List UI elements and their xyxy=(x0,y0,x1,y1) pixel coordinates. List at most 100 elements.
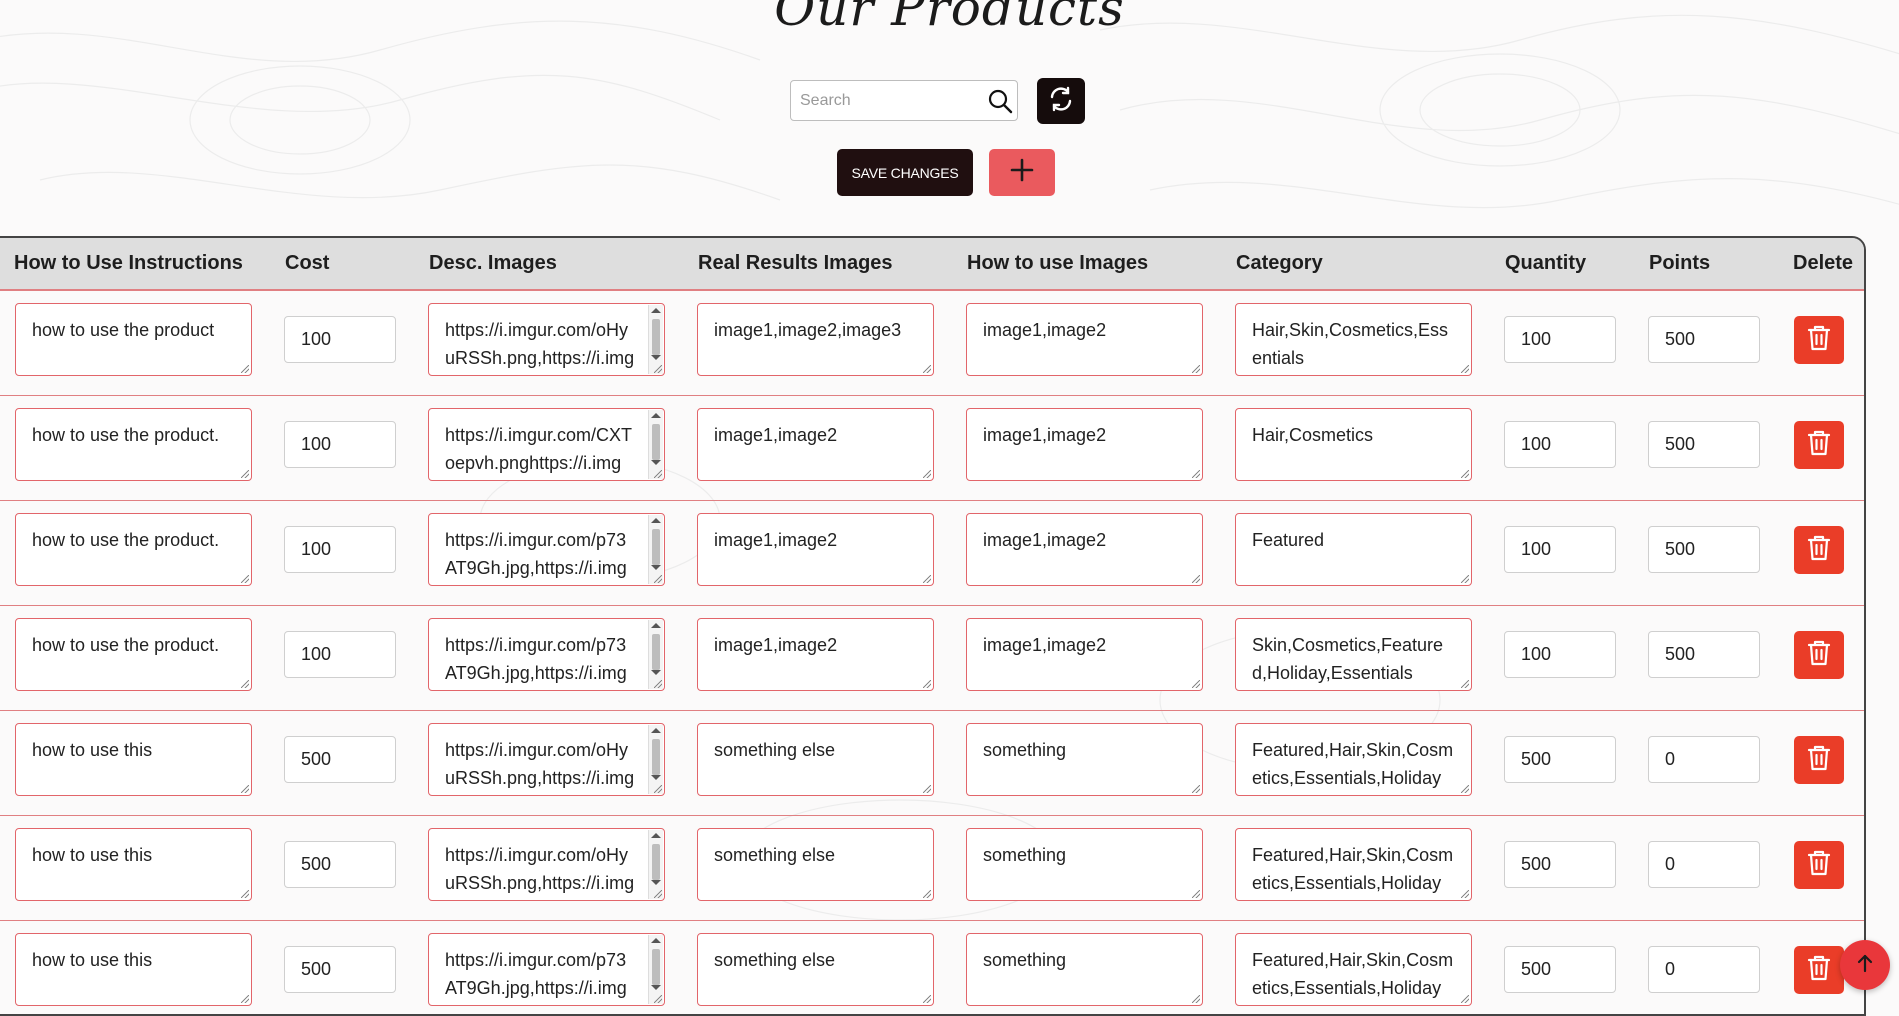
quantity-input[interactable]: 100 xyxy=(1504,316,1616,363)
trash-icon xyxy=(1806,639,1832,672)
table-row: how to use the product. 100 https://i.imgu… xyxy=(0,501,1864,606)
column-header-instructions: How to Use Instructions xyxy=(14,252,243,274)
instructions-textarea[interactable]: how to use the product. xyxy=(15,513,252,586)
column-header-category: Category xyxy=(1236,252,1323,274)
instructions-textarea[interactable]: how to use this xyxy=(15,933,252,1006)
delete-button[interactable] xyxy=(1794,421,1844,469)
category-textarea[interactable]: Featured xyxy=(1235,513,1472,586)
table-header: How to Use Instructions Cost Desc. Image… xyxy=(0,238,1864,291)
instructions-textarea[interactable]: how to use the product xyxy=(15,303,252,376)
instructions-textarea[interactable]: how to use this xyxy=(15,723,252,796)
desc-images-text: https://i.imgur.com/oHyuRSSh.png,https:/… xyxy=(445,845,635,893)
delete-button[interactable] xyxy=(1794,736,1844,784)
table-row: how to use this 500 https://i.imgur.com/p7… xyxy=(0,921,1864,1014)
cost-input[interactable]: 100 xyxy=(284,316,396,363)
points-input[interactable]: 500 xyxy=(1648,421,1760,468)
real-results-images-textarea[interactable]: image1,image2,image3 xyxy=(697,303,934,376)
save-changes-button[interactable]: SAVE CHANGES xyxy=(837,149,973,196)
column-header-cost: Cost xyxy=(285,252,330,274)
delete-button[interactable] xyxy=(1794,526,1844,574)
desc-images-textarea[interactable]: https://i.imgur.com/p73AT9Gh.jpg,https:/… xyxy=(428,933,665,1006)
points-input[interactable]: 500 xyxy=(1648,316,1760,363)
refresh-button[interactable] xyxy=(1037,78,1085,124)
how-to-use-images-textarea[interactable]: something xyxy=(966,723,1203,796)
textarea-scrollbar[interactable] xyxy=(648,725,663,794)
real-results-images-textarea[interactable]: something else xyxy=(697,933,934,1006)
real-results-images-textarea[interactable]: image1,image2 xyxy=(697,408,934,481)
category-textarea[interactable]: Featured,Hair,Skin,Cosmetics,Essentials,… xyxy=(1235,933,1472,1006)
real-results-images-textarea[interactable]: something else xyxy=(697,723,934,796)
table-row: how to use the product. 100 https://i.imgu… xyxy=(0,396,1864,501)
points-input[interactable]: 0 xyxy=(1648,841,1760,888)
cost-input[interactable]: 100 xyxy=(284,421,396,468)
how-to-use-images-textarea[interactable]: something xyxy=(966,828,1203,901)
textarea-scrollbar[interactable] xyxy=(648,620,663,689)
real-results-images-textarea[interactable]: something else xyxy=(697,828,934,901)
desc-images-textarea[interactable]: https://i.imgur.com/p73AT9Gh.jpg,https:/… xyxy=(428,513,665,586)
column-header-desc-images: Desc. Images xyxy=(429,252,557,274)
quantity-input[interactable]: 500 xyxy=(1504,841,1616,888)
cost-input[interactable]: 500 xyxy=(284,946,396,993)
cost-input[interactable]: 500 xyxy=(284,841,396,888)
quantity-input[interactable]: 100 xyxy=(1504,526,1616,573)
desc-images-text: https://i.imgur.com/p73AT9Gh.jpg,https:/… xyxy=(445,635,627,683)
category-textarea[interactable]: Hair,Cosmetics xyxy=(1235,408,1472,481)
how-to-use-images-textarea[interactable]: image1,image2 xyxy=(966,303,1203,376)
column-header-how-to-use-images: How to use Images xyxy=(967,252,1149,274)
column-header-points: Points xyxy=(1649,252,1711,274)
how-to-use-images-textarea[interactable]: image1,image2 xyxy=(966,513,1203,586)
instructions-textarea[interactable]: how to use the product. xyxy=(15,408,252,481)
textarea-scrollbar[interactable] xyxy=(648,305,663,374)
how-to-use-images-textarea[interactable]: something xyxy=(966,933,1203,1006)
quantity-input[interactable]: 100 xyxy=(1504,421,1616,468)
real-results-images-textarea[interactable]: image1,image2 xyxy=(697,618,934,691)
instructions-textarea[interactable]: how to use the product. xyxy=(15,618,252,691)
trash-icon xyxy=(1806,324,1832,357)
table-row: how to use the product. 100 https://i.imgu… xyxy=(0,606,1864,711)
cost-input[interactable]: 500 xyxy=(284,736,396,783)
textarea-scrollbar[interactable] xyxy=(648,410,663,479)
category-textarea[interactable]: Skin,Cosmetics,Featured,Holiday,Essentia… xyxy=(1235,618,1472,691)
quantity-input[interactable]: 500 xyxy=(1504,736,1616,783)
scroll-to-top-button[interactable] xyxy=(1840,940,1890,990)
trash-icon xyxy=(1806,954,1832,987)
table-row: how to use this 500 https://i.imgur.com/oH… xyxy=(0,816,1864,921)
textarea-scrollbar[interactable] xyxy=(648,830,663,899)
how-to-use-images-textarea[interactable]: image1,image2 xyxy=(966,408,1203,481)
delete-button[interactable] xyxy=(1794,316,1844,364)
category-textarea[interactable]: Featured,Hair,Skin,Cosmetics,Essentials,… xyxy=(1235,723,1472,796)
trash-icon xyxy=(1806,849,1832,882)
points-input[interactable]: 0 xyxy=(1648,946,1760,993)
how-to-use-images-textarea[interactable]: image1,image2 xyxy=(966,618,1203,691)
cost-input[interactable]: 100 xyxy=(284,526,396,573)
search-box xyxy=(790,80,1018,121)
textarea-scrollbar[interactable] xyxy=(648,935,663,1004)
instructions-textarea[interactable]: how to use this xyxy=(15,828,252,901)
points-input[interactable]: 500 xyxy=(1648,631,1760,678)
column-header-real-results-images: Real Results Images xyxy=(698,252,893,274)
quantity-input[interactable]: 100 xyxy=(1504,631,1616,678)
points-input[interactable]: 500 xyxy=(1648,526,1760,573)
category-textarea[interactable]: Hair,Skin,Cosmetics,Essentials xyxy=(1235,303,1472,376)
textarea-scrollbar[interactable] xyxy=(648,515,663,584)
add-product-button[interactable] xyxy=(989,149,1055,196)
points-input[interactable]: 0 xyxy=(1648,736,1760,783)
desc-images-text: https://i.imgur.com/oHyuRSSh.png,https:/… xyxy=(445,740,635,788)
real-results-images-textarea[interactable]: image1,image2 xyxy=(697,513,934,586)
desc-images-textarea[interactable]: https://i.imgur.com/oHyuRSSh.png,https:/… xyxy=(428,723,665,796)
delete-button[interactable] xyxy=(1794,631,1844,679)
products-table: How to Use Instructions Cost Desc. Image… xyxy=(0,236,1866,1016)
column-header-quantity: Quantity xyxy=(1505,252,1587,274)
page-title: Our Products xyxy=(774,0,1125,37)
desc-images-textarea[interactable]: https://i.imgur.com/oHyuRSSh.png,https:/… xyxy=(428,303,665,376)
search-icon[interactable] xyxy=(987,88,1013,119)
delete-button[interactable] xyxy=(1794,946,1844,994)
desc-images-textarea[interactable]: https://i.imgur.com/oHyuRSSh.png,https:/… xyxy=(428,828,665,901)
cost-input[interactable]: 100 xyxy=(284,631,396,678)
desc-images-textarea[interactable]: https://i.imgur.com/CXToepvh.pnghttps://… xyxy=(428,408,665,481)
desc-images-textarea[interactable]: https://i.imgur.com/p73AT9Gh.jpg,https:/… xyxy=(428,618,665,691)
search-input[interactable] xyxy=(791,81,980,120)
category-textarea[interactable]: Featured,Hair,Skin,Cosmetics,Essentials,… xyxy=(1235,828,1472,901)
quantity-input[interactable]: 500 xyxy=(1504,946,1616,993)
delete-button[interactable] xyxy=(1794,841,1844,889)
